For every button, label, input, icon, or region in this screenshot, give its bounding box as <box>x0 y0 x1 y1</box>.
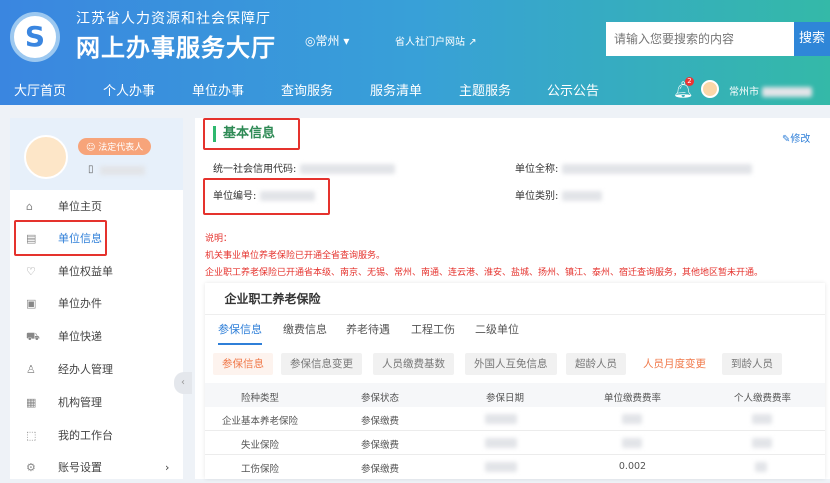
nav-query[interactable]: 查询服务 <box>281 80 333 99</box>
tab-pension[interactable]: 养老待遇 <box>346 321 390 337</box>
tab-enrollment[interactable]: 参保信息 <box>218 321 262 345</box>
sidebar-item-home[interactable]: ⌂ 单位主页 <box>10 192 183 222</box>
subtab-over-age[interactable]: 超龄人员 <box>566 353 626 375</box>
divider <box>205 430 825 431</box>
table-cell-status: 参保缴费 <box>360 464 399 475</box>
redacted <box>100 166 145 175</box>
table-cell-status: 参保缴费 <box>360 416 399 427</box>
sidebar-item-workbench[interactable]: ⬚ 我的工作台 <box>10 421 183 451</box>
divider <box>205 454 825 455</box>
notification-badge: 2 <box>685 77 694 86</box>
site-title: 网上办事服务大厅 <box>76 34 276 62</box>
note-line: 企业职工养老保险已开通省本级、南京、无锡、常州、南通、连云港、淮安、盐城、扬州、… <box>205 268 764 278</box>
shield-icon: ♡ <box>26 265 36 278</box>
search-button[interactable]: 搜索 <box>794 22 830 56</box>
edit-button[interactable]: ✎修改 <box>782 130 810 145</box>
collapse-sidebar-button[interactable]: ‹ <box>174 372 192 394</box>
sidebar-item-cases[interactable]: ▣ 单位办件 <box>10 289 183 319</box>
table-cell-type: 工伤保险 <box>240 464 279 475</box>
table-cell-type: 失业保险 <box>240 440 279 451</box>
subtab-contribution-base[interactable]: 人员缴费基数 <box>373 353 454 375</box>
city-selector[interactable]: ◎常州 ▾ <box>305 32 349 49</box>
redacted <box>561 164 752 174</box>
column-header: 单位缴费费率 <box>603 393 661 404</box>
chart-icon: ⬚ <box>26 429 37 442</box>
subtab-enrollment[interactable]: 参保信息 <box>213 353 273 375</box>
tab-injury[interactable]: 工程工伤 <box>411 321 455 337</box>
table-cell-status: 参保缴费 <box>360 440 399 451</box>
table-cell-type: 企业基本养老保险 <box>221 416 298 427</box>
home-icon: ⌂ <box>26 200 33 213</box>
external-link-icon: ↗ <box>468 37 477 48</box>
sidebar-item-express[interactable]: ⛟ 单位快递 <box>10 322 183 352</box>
column-header: 参保状态 <box>360 393 399 404</box>
nav-home[interactable]: 大厅首页 <box>14 80 66 99</box>
user-icon: ☺ <box>86 143 96 153</box>
redacted <box>755 462 767 472</box>
column-header: 参保日期 <box>485 393 524 404</box>
redacted <box>485 462 517 472</box>
portal-link[interactable]: 省人社门户网站 ↗ <box>395 33 477 48</box>
truck-icon: ⛟ <box>26 330 40 343</box>
user-avatar[interactable] <box>701 80 719 98</box>
highlight-box <box>14 220 107 256</box>
redacted <box>752 438 772 448</box>
tab-payment[interactable]: 缴费信息 <box>283 321 327 337</box>
user-icon: ♙ <box>26 363 36 376</box>
header: S 江苏省人力资源和社会保障厅 网上办事服务大厅 ◎常州 ▾ 省人社门户网站 ↗… <box>0 0 830 105</box>
nav-service-list[interactable]: 服务清单 <box>370 80 422 99</box>
redacted <box>485 438 517 448</box>
location-icon: ◎ <box>305 34 316 48</box>
field-full-name: 单位全称: <box>515 160 752 175</box>
redacted <box>752 414 772 424</box>
redacted <box>622 414 642 424</box>
redacted <box>561 191 602 201</box>
phone-icon: ▯ <box>88 164 94 175</box>
table-cell-unit-rate: 0.002 <box>618 461 647 472</box>
role-badge: ☺ 法定代表人 <box>78 138 152 155</box>
nav-notices[interactable]: 公示公告 <box>547 80 599 99</box>
redacted <box>762 87 813 97</box>
notes-heading: 说明： <box>205 234 233 244</box>
card-tab-enterprise-pension[interactable]: 企业职工养老保险 <box>205 283 340 315</box>
profile-card: ☺ 法定代表人 ▯ <box>10 118 183 190</box>
highlight-box <box>203 118 300 150</box>
subtab-monthly-change[interactable]: 人员月度变更 <box>634 353 715 375</box>
tab-sub-unit[interactable]: 二级单位 <box>475 321 519 337</box>
user-name[interactable]: 常州市 <box>729 83 813 98</box>
nav-topics[interactable]: 主题服务 <box>459 80 511 99</box>
column-header: 险种类型 <box>240 393 279 404</box>
nav-unit[interactable]: 单位办事 <box>192 80 244 99</box>
search-input[interactable] <box>606 22 794 56</box>
subtab-foreigner-exemption[interactable]: 外国人互免信息 <box>465 353 557 375</box>
note-line: 机关事业单位养老保险已开通全省查询服务。 <box>205 251 386 261</box>
avatar <box>24 135 68 179</box>
nav-personal[interactable]: 个人办事 <box>103 80 155 99</box>
redacted <box>622 438 642 448</box>
sidebar: ☺ 法定代表人 ▯ ⌂ 单位主页 ▤ 单位信息 ♡ 单位权益单 ▣ 单位办件 ⛟ 单位快递… <box>10 118 183 479</box>
caret-down-icon: ▾ <box>343 34 350 48</box>
subtab-reaching-age[interactable]: 到龄人员 <box>722 353 782 375</box>
sidebar-item-rights[interactable]: ♡ 单位权益单 <box>10 257 183 287</box>
org-name: 江苏省人力资源和社会保障厅 <box>76 11 271 27</box>
redacted <box>299 164 395 174</box>
file-icon: ▣ <box>26 297 37 310</box>
redacted <box>485 414 517 424</box>
field-unit-category: 单位类别: <box>515 187 602 202</box>
field-credit-code: 统一社会信用代码: <box>213 160 395 175</box>
subtab-enrollment-change[interactable]: 参保信息变更 <box>281 353 362 375</box>
highlight-box <box>203 178 330 215</box>
building-icon: ▦ <box>26 396 37 409</box>
sidebar-item-agents[interactable]: ♙ 经办人管理 <box>10 355 183 385</box>
column-header: 个人缴费费率 <box>733 393 791 404</box>
logo[interactable]: S <box>10 12 60 62</box>
sidebar-item-org[interactable]: ▦ 机构管理 <box>10 388 183 418</box>
